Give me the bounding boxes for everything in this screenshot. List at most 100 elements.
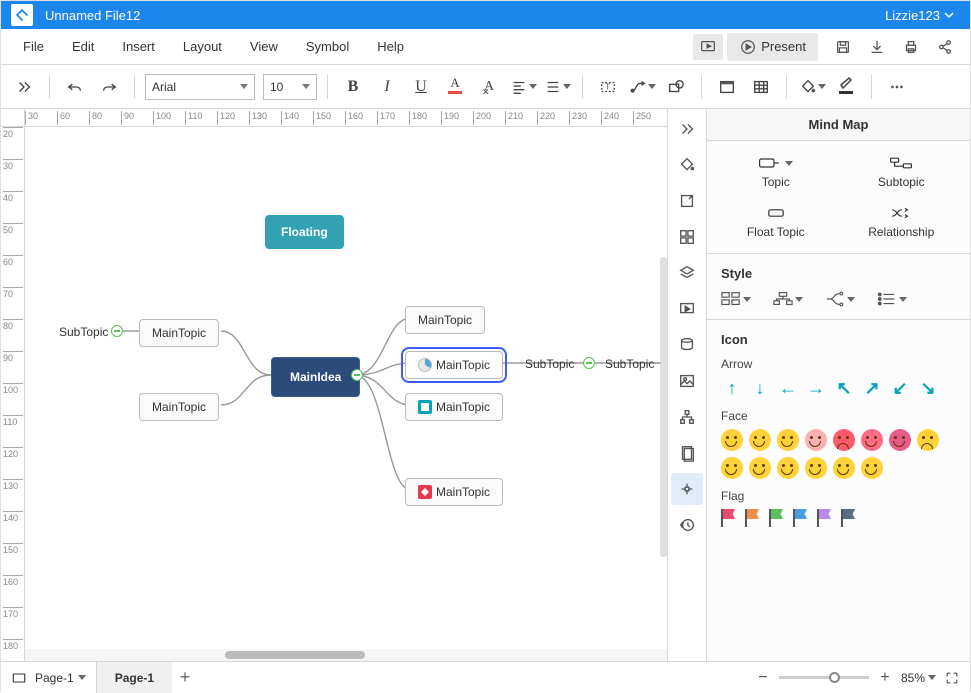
face-icon[interactable] [805, 429, 827, 451]
main-idea-node[interactable]: MainIdea [271, 357, 360, 397]
strip-image-icon[interactable] [671, 365, 703, 397]
flag-icon[interactable] [769, 509, 785, 527]
strip-fill-icon[interactable] [671, 149, 703, 181]
face-icon[interactable] [861, 457, 883, 479]
right-main-topic-node[interactable]: MainTopic [405, 393, 503, 421]
zoom-in-button[interactable]: + [877, 669, 893, 687]
insert-float-topic-button[interactable]: Float Topic [713, 201, 839, 243]
left-main-topic-node[interactable]: MainTopic [139, 393, 219, 421]
right-main-topic-node[interactable]: MainTopic [405, 306, 485, 334]
table-button[interactable] [746, 72, 776, 102]
face-icon[interactable] [833, 457, 855, 479]
left-main-topic-node[interactable]: MainTopic [139, 319, 219, 347]
arrow-up-left-icon[interactable]: ↖ [833, 377, 855, 399]
line-spacing-button[interactable] [542, 72, 572, 102]
strip-hierarchy-icon[interactable] [671, 401, 703, 433]
strip-present-icon[interactable] [671, 293, 703, 325]
expand-handle-icon[interactable] [351, 369, 363, 381]
page-list-icon[interactable] [11, 670, 27, 686]
share-icon[interactable] [930, 34, 960, 60]
strip-clipboard-icon[interactable] [671, 437, 703, 469]
fit-screen-icon[interactable] [944, 670, 960, 686]
right-sub-topic[interactable]: SubTopic [525, 357, 574, 371]
flag-icon[interactable] [817, 509, 833, 527]
print-icon[interactable] [896, 34, 926, 60]
arrow-down-left-icon[interactable]: ↙ [889, 377, 911, 399]
floating-topic-node[interactable]: Floating [265, 215, 344, 249]
connector-button[interactable] [627, 72, 657, 102]
face-icon[interactable] [721, 457, 743, 479]
style-list-button[interactable] [877, 291, 907, 307]
face-icon[interactable] [777, 457, 799, 479]
add-page-button[interactable]: + [172, 667, 198, 688]
face-icon[interactable] [917, 429, 939, 451]
expand-handle-icon[interactable] [111, 325, 123, 337]
style-hierarchy-button[interactable] [773, 291, 803, 307]
flag-icon[interactable] [721, 509, 737, 527]
menu-insert[interactable]: Insert [110, 33, 167, 60]
strip-grid-icon[interactable] [671, 221, 703, 253]
right-main-topic-node[interactable]: MainTopic [405, 478, 503, 506]
slideshow-icon[interactable] [693, 34, 723, 60]
present-button[interactable]: Present [727, 33, 818, 61]
menu-help[interactable]: Help [365, 33, 416, 60]
flag-icon[interactable] [841, 509, 857, 527]
expand-toolbar-icon[interactable] [9, 72, 39, 102]
strip-layers-icon[interactable] [671, 257, 703, 289]
font-select[interactable]: Arial [145, 74, 255, 100]
shape-button[interactable] [661, 72, 691, 102]
arrow-right-icon[interactable]: → [805, 377, 827, 399]
underline-button[interactable]: U [406, 72, 436, 102]
menu-edit[interactable]: Edit [60, 33, 106, 60]
right-main-topic-node-selected[interactable]: MainTopic [405, 351, 503, 379]
strip-export-icon[interactable] [671, 185, 703, 217]
insert-subtopic-button[interactable]: Subtopic [839, 151, 965, 193]
canvas[interactable]: Floating MainIdea MainTopic MainTopic Su… [25, 127, 667, 649]
menu-symbol[interactable]: Symbol [294, 33, 361, 60]
face-icon[interactable] [861, 429, 883, 451]
strip-mindmap-icon[interactable] [671, 473, 703, 505]
fill-color-button[interactable] [797, 72, 827, 102]
page-select[interactable]: Page-1 [35, 671, 86, 685]
save-icon[interactable] [828, 34, 858, 60]
zoom-slider[interactable] [779, 676, 869, 679]
insert-topic-button[interactable]: Topic [713, 151, 839, 193]
face-icon[interactable] [889, 429, 911, 451]
menu-view[interactable]: View [238, 33, 290, 60]
strip-collapse-icon[interactable] [671, 113, 703, 145]
arrow-left-icon[interactable]: ← [777, 377, 799, 399]
face-icon[interactable] [721, 429, 743, 451]
redo-icon[interactable] [94, 72, 124, 102]
font-color-button[interactable]: A [440, 72, 470, 102]
arrow-up-icon[interactable]: ↑ [721, 377, 743, 399]
right-sub-topic[interactable]: SubTopic [605, 357, 654, 371]
page-tab[interactable]: Page-1 [97, 662, 172, 693]
zoom-out-button[interactable]: − [755, 669, 771, 687]
flag-icon[interactable] [745, 509, 761, 527]
left-sub-topic[interactable]: SubTopic [59, 325, 108, 339]
undo-icon[interactable] [60, 72, 90, 102]
clear-format-button[interactable]: A✕ [474, 72, 504, 102]
style-layout-button[interactable] [721, 291, 751, 307]
face-icon[interactable] [805, 457, 827, 479]
bold-button[interactable]: B [338, 72, 368, 102]
text-box-button[interactable]: T [593, 72, 623, 102]
download-icon[interactable] [862, 34, 892, 60]
arrow-down-icon[interactable]: ↓ [749, 377, 771, 399]
font-size-select[interactable]: 10 [263, 74, 317, 100]
arrow-up-right-icon[interactable]: ↗ [861, 377, 883, 399]
expand-handle-icon[interactable] [583, 357, 595, 369]
zoom-level[interactable]: 85% [901, 671, 936, 685]
italic-button[interactable]: I [372, 72, 402, 102]
style-branch-button[interactable] [825, 291, 855, 307]
face-icon[interactable] [833, 429, 855, 451]
strip-data-icon[interactable] [671, 329, 703, 361]
face-icon[interactable] [749, 457, 771, 479]
face-icon[interactable] [749, 429, 771, 451]
canvas-vscroll[interactable] [660, 257, 667, 557]
more-tools-icon[interactable] [882, 72, 912, 102]
user-menu-button[interactable]: Lizzie123 [879, 5, 960, 26]
insert-relationship-button[interactable]: Relationship [839, 201, 965, 243]
strip-history-icon[interactable] [671, 509, 703, 541]
flag-icon[interactable] [793, 509, 809, 527]
